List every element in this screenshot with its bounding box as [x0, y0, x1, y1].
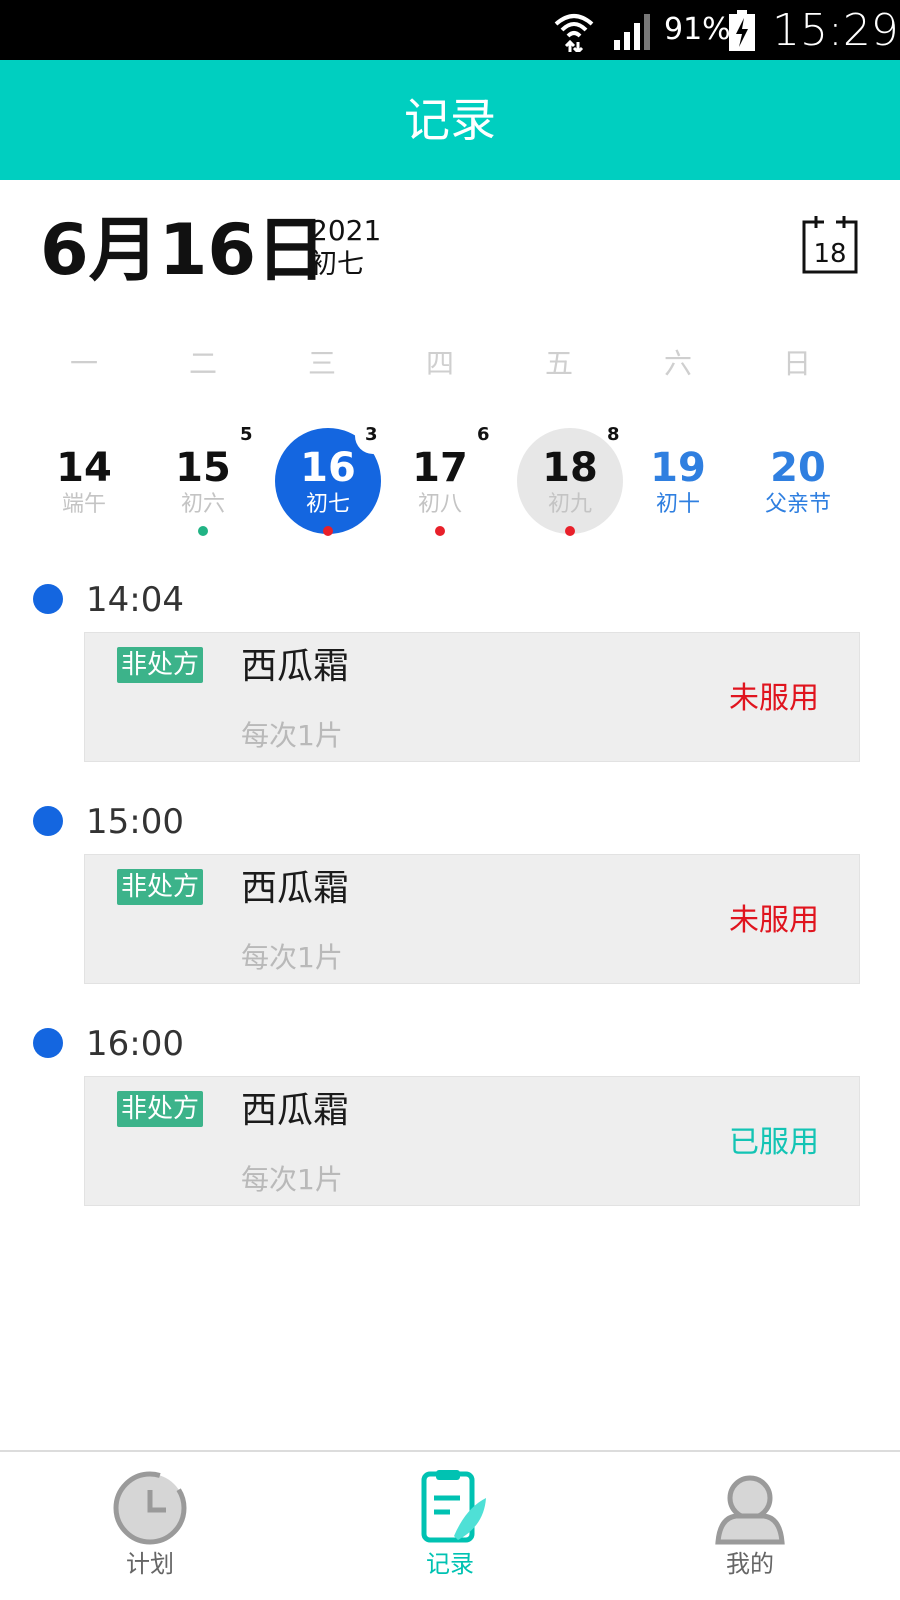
- day-number: 18: [542, 445, 598, 491]
- day-lunar: 端午: [61, 492, 106, 517]
- intake-status: 未服用: [729, 903, 819, 938]
- otc-tag: 非处方: [117, 647, 204, 683]
- medication-dose: 每次1片: [241, 941, 343, 974]
- medication-name: 西瓜霜: [241, 868, 350, 909]
- clock-icon: [113, 1471, 187, 1545]
- day-number: 16: [300, 445, 356, 491]
- weekday-mon: 一: [69, 347, 98, 380]
- status-bar: 91% 15:29: [0, 0, 900, 60]
- day-lunar: 初六: [180, 492, 225, 517]
- record-notebook-icon: [421, 1470, 486, 1543]
- record-time: 14:04: [86, 580, 184, 620]
- timeline-dot: [33, 1028, 63, 1058]
- calendar-icon: 18: [802, 216, 858, 274]
- day-number: 17: [412, 445, 468, 491]
- day-count-badge: 3: [365, 424, 378, 445]
- day-16-selected[interactable]: 16 初七 3: [275, 418, 391, 538]
- status-clock: 15:29: [772, 5, 899, 56]
- nav-mine-label: 我的: [726, 1550, 774, 1578]
- day-number: 20: [770, 445, 826, 491]
- nav-plan-label: 计划: [126, 1550, 174, 1578]
- medication-dose: 每次1片: [241, 1163, 343, 1196]
- day-lunar: 初七: [305, 492, 350, 517]
- nav-mine[interactable]: 我的: [690, 1468, 810, 1598]
- day-lunar: 初八: [417, 492, 462, 517]
- day-18[interactable]: 18 初九 8: [517, 424, 627, 538]
- nav-plan[interactable]: 计划: [90, 1468, 210, 1598]
- day-15[interactable]: 15 初六 5: [150, 424, 260, 538]
- weekday-tue: 二: [188, 347, 217, 380]
- day-lunar: 初十: [655, 492, 700, 517]
- weekday-sun: 日: [782, 347, 811, 380]
- timeline-dot: [33, 806, 63, 836]
- day-lunar: 父亲节: [764, 492, 831, 517]
- signal-icon: [614, 14, 650, 50]
- bottom-navigation: 计划 记录 我的: [0, 1450, 900, 1600]
- day-number: 14: [56, 445, 112, 491]
- record-time: 16:00: [86, 1024, 184, 1064]
- medication-dose: 每次1片: [241, 719, 343, 752]
- day-status-dot: [435, 526, 445, 536]
- medication-name: 西瓜霜: [241, 646, 350, 687]
- medication-name: 西瓜霜: [241, 1090, 350, 1131]
- current-year: 2021: [310, 214, 382, 247]
- day-count-badge: 8: [607, 424, 620, 445]
- battery-percent: 91%: [664, 12, 731, 47]
- nav-records-label: 记录: [426, 1550, 474, 1578]
- otc-tag: 非处方: [117, 1091, 204, 1127]
- weekday-thu: 四: [425, 347, 454, 380]
- intake-status: 已服用: [729, 1125, 819, 1160]
- calendar-button[interactable]: 18: [800, 214, 860, 276]
- weekday-sat: 六: [663, 347, 692, 380]
- day-lunar: 初九: [547, 492, 592, 517]
- record-time: 15:00: [86, 802, 184, 842]
- page-title: 记录: [404, 93, 496, 147]
- weekday-fri: 五: [544, 347, 573, 380]
- weekday-wed: 三: [307, 347, 336, 380]
- current-lunar-date: 初七: [310, 249, 364, 280]
- day-number: 19: [650, 445, 706, 491]
- day-17[interactable]: 17 初八 6: [387, 424, 497, 538]
- medication-record-card[interactable]: 非处方 西瓜霜 每次1片 未服用: [84, 632, 860, 762]
- day-count-badge: 6: [477, 424, 490, 445]
- battery-charging-icon: [729, 10, 755, 51]
- day-14[interactable]: 14 端午: [31, 428, 141, 538]
- nav-records[interactable]: 记录: [390, 1468, 510, 1598]
- current-date: 6月16日: [40, 209, 327, 291]
- user-profile-icon: [715, 1475, 785, 1545]
- day-status-dot: [323, 526, 333, 536]
- timeline-dot: [33, 584, 63, 614]
- otc-tag: 非处方: [117, 869, 204, 905]
- day-20[interactable]: 20 父亲节: [745, 428, 855, 538]
- medication-record-card[interactable]: 非处方 西瓜霜 每次1片 已服用: [84, 1076, 860, 1206]
- day-status-dot: [565, 526, 575, 536]
- calendar-icon-day: 18: [813, 239, 846, 269]
- medication-record-card[interactable]: 非处方 西瓜霜 每次1片 未服用: [84, 854, 860, 984]
- app-header: 记录: [0, 60, 900, 180]
- day-status-dot: [198, 526, 208, 536]
- wifi-icon: [554, 14, 594, 52]
- day-number: 15: [175, 445, 231, 491]
- intake-status: 未服用: [729, 681, 819, 716]
- day-19[interactable]: 19 初十: [625, 428, 735, 538]
- day-count-badge: 5: [240, 424, 253, 445]
